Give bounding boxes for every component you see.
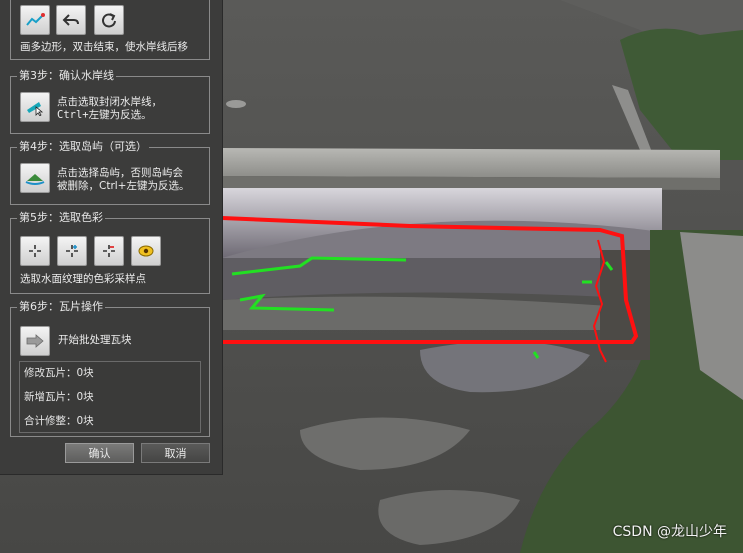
polyline-icon <box>26 13 45 26</box>
watermark: CSDN @龙山少年 <box>612 524 727 540</box>
bridge-deck-edge <box>222 176 720 190</box>
stat-modified-tiles: 修改瓦片：0块 <box>24 367 94 379</box>
water-edit-panel: 画多边形，双击结束，使水岸线后移 第3步：确认水岸线 点击选取封闭水岸线， Ct… <box>0 0 223 475</box>
batch-process-button[interactable] <box>20 326 50 356</box>
confirm-button[interactable]: 确认 <box>65 443 134 463</box>
step4-desc-line2: 被删除，Ctrl+左键为反选。 <box>57 180 190 192</box>
cancel-button[interactable]: 取消 <box>141 443 210 463</box>
step4-desc-line1: 点击选择岛屿，否则岛屿会 <box>57 167 183 179</box>
eye-icon <box>138 245 154 257</box>
undo-icon <box>62 14 79 26</box>
draw-polygon-button[interactable] <box>20 5 50 35</box>
island-icon <box>25 174 45 185</box>
arrow-right-icon <box>26 334 44 348</box>
batch-process-label: 开始批处理瓦块 <box>58 334 132 346</box>
bridge-deck <box>222 148 720 178</box>
step4-desc: 点击选择岛屿，否则岛屿会 被删除，Ctrl+左键为反选。 <box>57 167 189 193</box>
step6-title: 第6步：瓦片操作 <box>17 300 105 314</box>
crosshair-add-icon <box>66 245 78 257</box>
step5-title: 第5步：选取色彩 <box>17 211 105 225</box>
step3-title: 第3步：确认水岸线 <box>17 69 116 83</box>
refresh-icon <box>102 13 116 28</box>
crosshair-remove-icon <box>103 245 115 257</box>
show-samples-button[interactable] <box>131 236 161 266</box>
step5-desc: 选取水面纹理的色彩采样点 <box>20 273 146 285</box>
color-pick-remove-button[interactable] <box>94 236 124 266</box>
color-pick-add-button[interactable] <box>57 236 87 266</box>
tile-stats-box: 修改瓦片：0块 新增瓦片：0块 合计修整：0块 <box>19 361 201 433</box>
step2-group: 画多边形，双击结束，使水岸线后移 <box>10 0 210 60</box>
stat-added-tiles: 新增瓦片：0块 <box>24 391 94 403</box>
debris <box>226 100 246 108</box>
undo-button[interactable] <box>56 5 86 35</box>
step5-group: 第5步：选取色彩 选取水面纹理的色彩采样点 <box>10 211 210 294</box>
color-pick-button[interactable] <box>20 236 50 266</box>
select-island-button[interactable] <box>20 163 50 193</box>
step3-desc-line1: 点击选取封闭水岸线， <box>57 96 162 108</box>
step3-desc-line2: Ctrl+左键为反选。 <box>57 109 152 121</box>
step3-group: 第3步：确认水岸线 点击选取封闭水岸线， Ctrl+左键为反选。 <box>10 69 210 134</box>
shoreline-select-icon <box>27 102 44 116</box>
select-shoreline-button[interactable] <box>20 92 50 122</box>
step4-title: 第4步：选取岛屿（可选） <box>17 140 149 154</box>
step4-group: 第4步：选取岛屿（可选） 点击选择岛屿，否则岛屿会 被删除，Ctrl+左键为反选… <box>10 140 210 205</box>
step3-desc: 点击选取封闭水岸线， Ctrl+左键为反选。 <box>57 96 162 122</box>
refresh-button[interactable] <box>94 5 124 35</box>
stat-total-tiles: 合计修整：0块 <box>24 415 94 427</box>
crosshair-icon <box>29 245 41 257</box>
step2-hint: 画多边形，双击结束，使水岸线后移 <box>20 41 188 53</box>
